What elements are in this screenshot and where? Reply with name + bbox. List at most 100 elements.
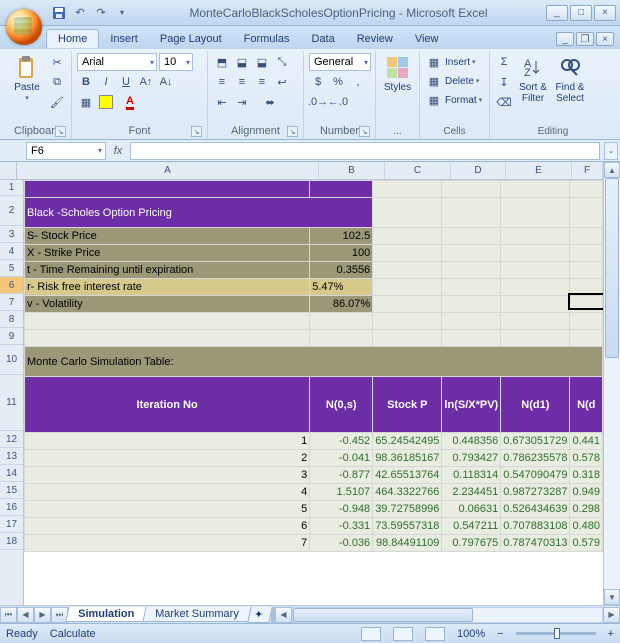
increase-indent-button[interactable]: ⇥	[233, 93, 251, 111]
cell[interactable]	[570, 262, 603, 279]
cell[interactable]: 0.797675	[442, 535, 501, 552]
cell[interactable]	[570, 279, 603, 296]
row-header[interactable]: 9	[0, 328, 23, 345]
row-header[interactable]: 14	[0, 465, 23, 482]
format-painter-button[interactable]: 🖌	[48, 93, 66, 111]
cell[interactable]: -0.041	[310, 450, 373, 467]
cell[interactable]	[501, 330, 570, 347]
cell[interactable]: 0.06631	[442, 501, 501, 518]
cell[interactable]: 3	[25, 467, 310, 484]
new-sheet-button[interactable]: ✦	[247, 607, 272, 623]
zoom-level[interactable]: 100%	[457, 628, 485, 640]
italic-button[interactable]: I	[97, 73, 115, 91]
fx-icon[interactable]: fx	[106, 145, 130, 157]
cell[interactable]	[373, 198, 442, 228]
close-button[interactable]: ×	[594, 5, 616, 21]
align-right-button[interactable]: ≡	[253, 73, 271, 91]
row-header[interactable]: 15	[0, 482, 23, 499]
cell[interactable]	[373, 279, 442, 296]
view-page-break-button[interactable]	[425, 627, 445, 641]
fill-color-button[interactable]	[97, 93, 115, 111]
cell[interactable]: 0.448356	[442, 433, 501, 450]
qat-more-icon[interactable]: ▾	[113, 4, 131, 22]
cell[interactable]	[501, 262, 570, 279]
cell[interactable]: 42.65513764	[373, 467, 442, 484]
cell[interactable]: 0.707883108	[501, 518, 570, 535]
comma-button[interactable]: ,	[349, 73, 367, 91]
horizontal-scrollbar[interactable]	[292, 607, 603, 623]
paste-button[interactable]: Paste ▾	[9, 53, 45, 102]
save-icon[interactable]	[50, 4, 68, 22]
tab-data[interactable]: Data	[300, 30, 345, 48]
delete-cells-icon[interactable]: ▦	[425, 72, 443, 90]
doc-minimize-button[interactable]: _	[556, 32, 574, 46]
cut-button[interactable]: ✂	[48, 53, 66, 71]
cell[interactable]: 0.318	[570, 467, 603, 484]
tab-formulas[interactable]: Formulas	[233, 30, 301, 48]
cell[interactable]: 0.579	[570, 535, 603, 552]
row-header[interactable]: 16	[0, 499, 23, 516]
sheet-tab-market-summary[interactable]: Market Summary	[143, 607, 252, 622]
align-center-button[interactable]: ≡	[233, 73, 251, 91]
alignment-launcher[interactable]: ↘	[287, 126, 298, 137]
shrink-font-button[interactable]: A↓	[157, 73, 175, 91]
column-header[interactable]: D	[451, 162, 506, 179]
cell[interactable]	[501, 198, 570, 228]
cell[interactable]: N(d1)	[501, 377, 570, 433]
zoom-in-button[interactable]: +	[608, 628, 614, 640]
cell[interactable]	[501, 279, 570, 296]
cell[interactable]: 102.5	[310, 228, 373, 245]
cell[interactable]: S- Stock Price	[25, 228, 310, 245]
cell[interactable]: 0.298	[570, 501, 603, 518]
cell[interactable]	[25, 181, 310, 198]
number-format-dropdown[interactable]: General	[309, 53, 371, 71]
view-normal-button[interactable]	[361, 627, 381, 641]
view-page-layout-button[interactable]	[393, 627, 413, 641]
format-cells-icon[interactable]: ▦	[425, 91, 443, 109]
cell[interactable]	[310, 181, 373, 198]
cell[interactable]: 5	[25, 501, 310, 518]
vscroll-thumb[interactable]	[605, 178, 619, 358]
row-header[interactable]: 7	[0, 294, 23, 311]
cell[interactable]	[570, 313, 603, 330]
cell[interactable]: 100	[310, 245, 373, 262]
scroll-left-button[interactable]: ◀	[275, 607, 292, 623]
column-header[interactable]: B	[319, 162, 385, 179]
cell[interactable]: Iteration No	[25, 377, 310, 433]
tab-home[interactable]: Home	[46, 29, 99, 48]
cell[interactable]: 65.24542495	[373, 433, 442, 450]
cell[interactable]: 98.84491109	[373, 535, 442, 552]
font-color-button[interactable]: A	[117, 93, 143, 111]
cell[interactable]	[442, 279, 501, 296]
row-header[interactable]: 8	[0, 311, 23, 328]
zoom-slider-thumb[interactable]	[554, 628, 560, 639]
sheet-tab-simulation[interactable]: Simulation	[65, 607, 146, 622]
doc-restore-button[interactable]: ❐	[576, 32, 594, 46]
cell[interactable]: 464.3322766	[373, 484, 442, 501]
percent-button[interactable]: %	[329, 73, 347, 91]
cell[interactable]	[501, 296, 570, 313]
row-header[interactable]: 17	[0, 516, 23, 533]
cell[interactable]	[25, 330, 310, 347]
orientation-button[interactable]: ⤡	[273, 53, 291, 71]
cell[interactable]: 0.578	[570, 450, 603, 467]
vertical-scrollbar[interactable]: ▲ ▼	[603, 162, 620, 605]
doc-close-button[interactable]: ×	[596, 32, 614, 46]
office-button[interactable]	[6, 9, 42, 45]
tab-view[interactable]: View	[404, 30, 450, 48]
cell[interactable]	[501, 245, 570, 262]
row-header[interactable]: 13	[0, 448, 23, 465]
cell[interactable]: 7	[25, 535, 310, 552]
font-name-dropdown[interactable]: Arial	[77, 53, 157, 71]
cell[interactable]: 0.786235578	[501, 450, 570, 467]
cell[interactable]: 4	[25, 484, 310, 501]
cell[interactable]: 0.480	[570, 518, 603, 535]
row-header[interactable]: 6	[0, 277, 23, 294]
cell[interactable]	[570, 296, 603, 313]
grow-font-button[interactable]: A↑	[137, 73, 155, 91]
currency-button[interactable]: $	[309, 73, 327, 91]
underline-button[interactable]: U	[117, 73, 135, 91]
cell[interactable]: Black -Scholes Option Pricing	[25, 198, 373, 228]
cell[interactable]: -0.948	[310, 501, 373, 518]
sheet-nav-next[interactable]: ▶	[34, 607, 51, 623]
